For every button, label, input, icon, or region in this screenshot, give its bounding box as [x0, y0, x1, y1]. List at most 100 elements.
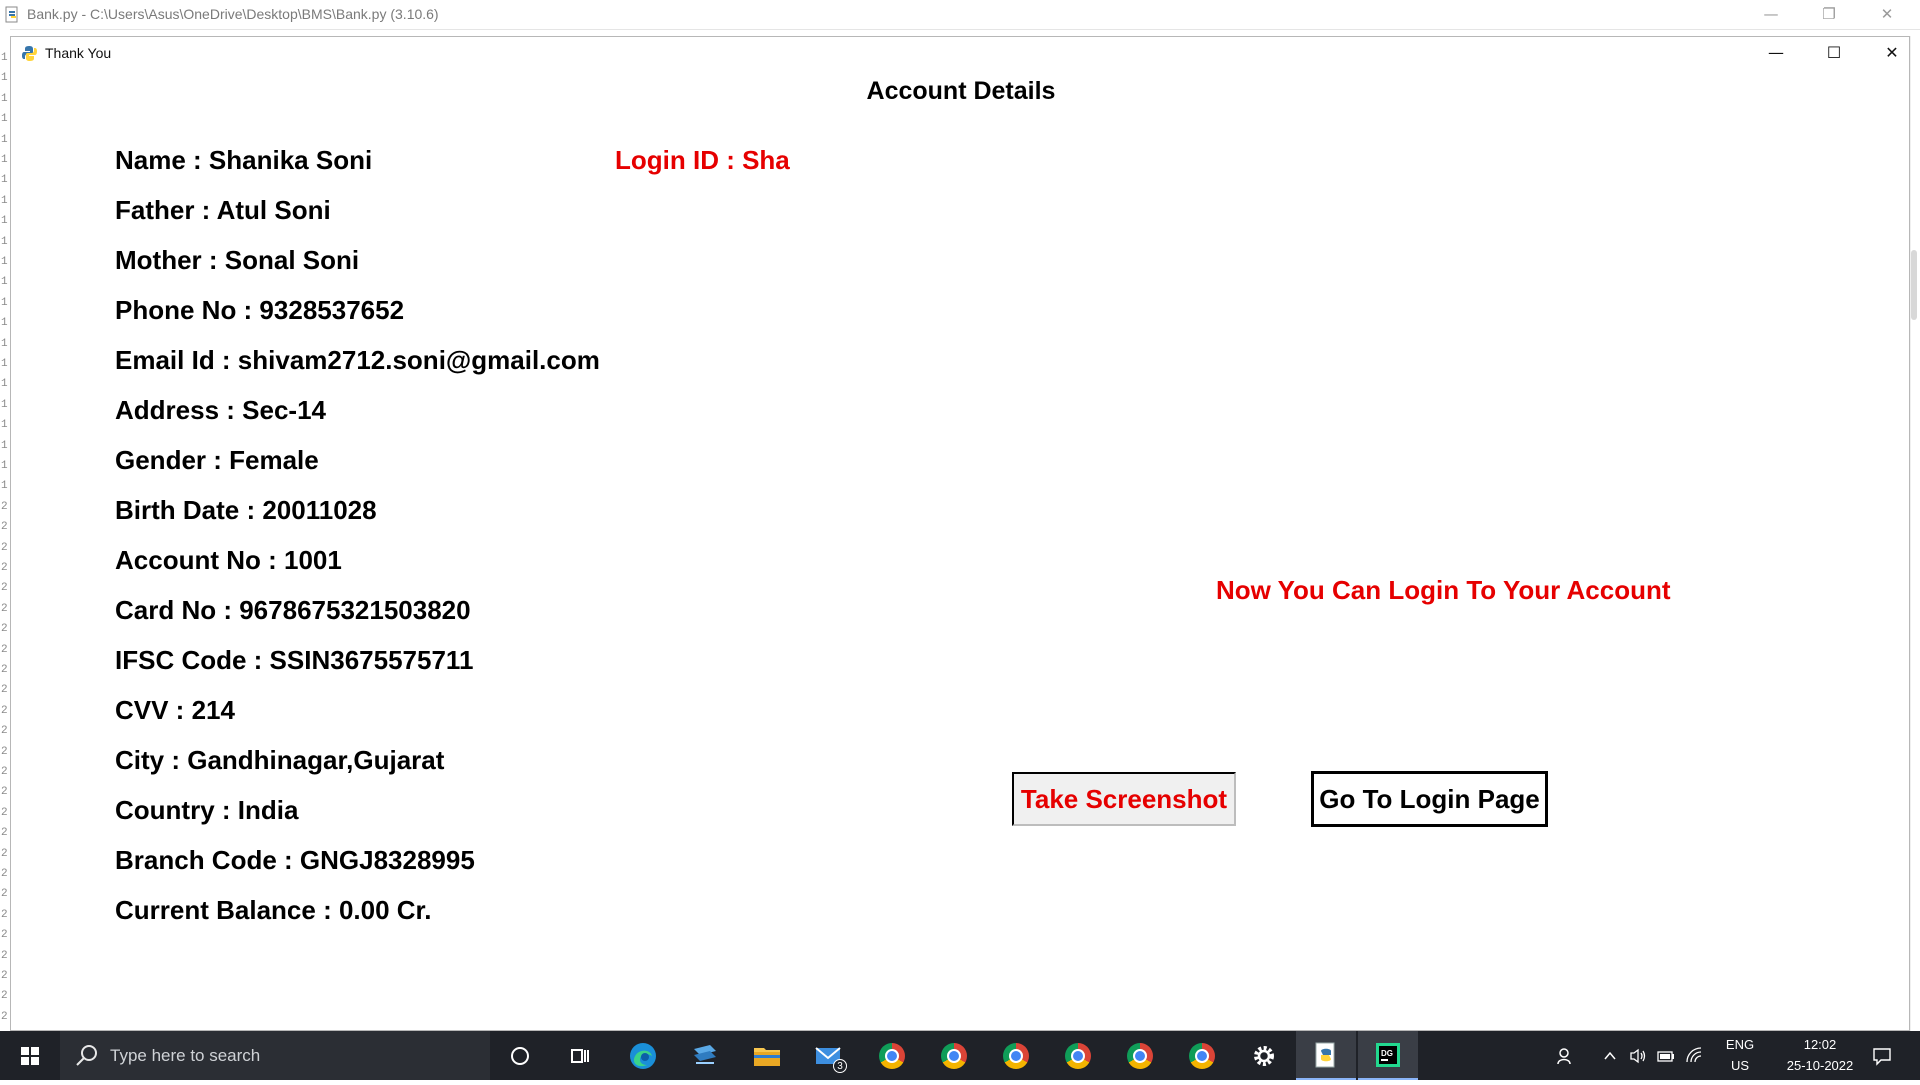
- background-close-button[interactable]: ✕: [1858, 0, 1916, 29]
- cortana-button[interactable]: [490, 1031, 550, 1080]
- mail-badge: 3: [833, 1059, 847, 1073]
- task-view-button[interactable]: [550, 1031, 610, 1080]
- taskbar-chrome-4[interactable]: [1048, 1031, 1108, 1080]
- chrome-icon: [1065, 1042, 1091, 1069]
- taskbar-chrome-2[interactable]: [924, 1031, 984, 1080]
- gutter-line-number: 2: [1, 684, 8, 697]
- background-minimize-button[interactable]: —: [1742, 0, 1800, 29]
- chevron-up-icon: [1604, 1051, 1616, 1059]
- notification-center-button[interactable]: [1862, 1031, 1902, 1080]
- svg-text:DG: DG: [1381, 1049, 1393, 1058]
- minimize-button[interactable]: —: [1747, 37, 1805, 69]
- windows-logo-icon: [21, 1047, 39, 1065]
- background-scrollbar[interactable]: [1910, 36, 1920, 1031]
- gutter-line-number: 1: [1, 154, 8, 166]
- input-language-code[interactable]: ENG: [1722, 1037, 1758, 1052]
- gutter-line-number: 2: [1, 888, 8, 901]
- gutter-line-number: 2: [1, 970, 8, 982]
- gutter-line-number: 2: [1, 562, 8, 574]
- gutter-line-number: 2: [1, 929, 8, 942]
- gutter-line-number: 2: [1, 582, 8, 595]
- taskbar-python-idle[interactable]: [1296, 1031, 1356, 1080]
- take-screenshot-button[interactable]: Take Screenshot: [1012, 772, 1236, 826]
- gutter-line-number: 1: [1, 398, 8, 411]
- taskbar-mail[interactable]: 3: [799, 1031, 859, 1080]
- detail-birth-date: Birth Date : 20011028: [115, 495, 377, 525]
- taskbar-datagrip[interactable]: DG: [1358, 1031, 1418, 1080]
- gutter-line-number: 1: [1, 133, 8, 146]
- close-button[interactable]: ✕: [1863, 37, 1920, 69]
- gutter-line-number: 2: [1, 1010, 8, 1023]
- gutter-line-number: 1: [1, 419, 8, 432]
- gutter-line-number: 1: [1, 439, 8, 452]
- gutter-line-number: 1: [1, 256, 8, 268]
- chrome-icon: [879, 1042, 905, 1069]
- start-button[interactable]: [0, 1031, 60, 1080]
- gutter-line-number: 1: [1, 358, 8, 370]
- gutter-line-number: 2: [1, 664, 8, 676]
- detail-name: Name : Shanika Soni: [115, 145, 373, 175]
- gutter-line-number: 1: [1, 174, 8, 187]
- line-number-gutter: 1 1 1 1 1 1 1 1 1 1 1 1 1 1 1 1 1 1 1 1 1 1 2 2 2 2 2 2 2 2 2 2 2 2 2 2 2 2 2 2…: [0, 29, 10, 1031]
- taskbar-chrome-6[interactable]: [1172, 1031, 1232, 1080]
- taskbar-chrome-3[interactable]: [986, 1031, 1046, 1080]
- page-title: Account Details: [866, 77, 1056, 105]
- thank-you-titlebar: Thank You — ☐ ✕: [11, 37, 1909, 69]
- gutter-line-number: 2: [1, 847, 8, 860]
- gutter-line-number: 2: [1, 868, 8, 880]
- taskbar: Type here to search 3 DG ENG US 12:02 25…: [0, 1031, 1920, 1080]
- python-idle-icon: [1315, 1042, 1335, 1067]
- gutter-line-number: 2: [1, 990, 8, 1003]
- background-scrollbar-thumb[interactable]: [1911, 250, 1917, 320]
- clock-time[interactable]: 12:02: [1780, 1037, 1860, 1052]
- gutter-line-number: 1: [1, 317, 8, 330]
- background-window-title: Bank.py - C:\Users\Asus\OneDrive\Desktop…: [27, 6, 439, 22]
- detail-ifsc-code: IFSC Code : SSIN3675575711: [115, 645, 474, 675]
- go-to-login-button[interactable]: Go To Login Page: [1311, 771, 1548, 827]
- taskbar-edge[interactable]: [613, 1031, 673, 1080]
- detail-gender: Gender : Female: [115, 445, 319, 475]
- detail-father: Father : Atul Soni: [115, 195, 331, 225]
- volume-button[interactable]: [1624, 1031, 1652, 1080]
- datagrip-icon: DG: [1376, 1042, 1400, 1067]
- gutter-line-number: 1: [1, 215, 8, 228]
- taskbar-file-explorer[interactable]: [737, 1031, 797, 1080]
- clock-date[interactable]: 25-10-2022: [1765, 1058, 1875, 1073]
- chrome-icon: [1127, 1042, 1153, 1069]
- detail-city: City : Gandhinagar,Gujarat: [115, 745, 445, 775]
- battery-button[interactable]: [1652, 1031, 1680, 1080]
- search-icon: [76, 1045, 97, 1066]
- detail-branch-code: Branch Code : GNGJ8328995: [115, 845, 475, 875]
- taskbar-search-box[interactable]: Type here to search: [60, 1031, 490, 1080]
- show-hidden-icons-button[interactable]: [1596, 1031, 1624, 1080]
- chrome-icon: [1189, 1042, 1215, 1069]
- network-button[interactable]: [1680, 1031, 1710, 1080]
- thank-you-window: Thank You — ☐ ✕ Account Details Name : S…: [10, 36, 1910, 1031]
- gutter-line-number: 1: [1, 460, 8, 472]
- gutter-line-number: 2: [1, 908, 8, 921]
- detail-email: Email Id : shivam2712.soni@gmail.com: [115, 345, 600, 375]
- taskbar-chrome-5[interactable]: [1110, 1031, 1170, 1080]
- login-message: Now You Can Login To Your Account: [1216, 575, 1671, 605]
- detail-mother: Mother : Sonal Soni: [115, 245, 360, 275]
- taskbar-file-explorer-app[interactable]: [675, 1031, 735, 1080]
- maximize-button[interactable]: ☐: [1805, 37, 1863, 69]
- input-language-region[interactable]: US: [1722, 1058, 1758, 1073]
- people-button[interactable]: [1550, 1031, 1582, 1080]
- gutter-line-number: 1: [1, 92, 8, 105]
- taskbar-chrome-1[interactable]: [862, 1031, 922, 1080]
- folder-icon: [754, 1047, 780, 1066]
- gutter-line-number: 2: [1, 725, 8, 738]
- people-icon: [1557, 1047, 1571, 1064]
- background-restore-button[interactable]: ❐: [1800, 0, 1858, 29]
- window-title: Thank You: [45, 45, 112, 61]
- detail-card-no: Card No : 9678675321503820: [115, 595, 471, 625]
- gutter-line-number: 1: [1, 276, 8, 289]
- gutter-line-number: 2: [1, 602, 8, 615]
- taskbar-settings[interactable]: [1234, 1031, 1294, 1080]
- gutter-line-number: 2: [1, 786, 8, 799]
- gutter-line-number: 2: [1, 806, 8, 819]
- gutter-line-number: 2: [1, 827, 8, 840]
- gutter-line-number: 1: [1, 337, 8, 350]
- gutter-line-number: 1: [1, 113, 8, 126]
